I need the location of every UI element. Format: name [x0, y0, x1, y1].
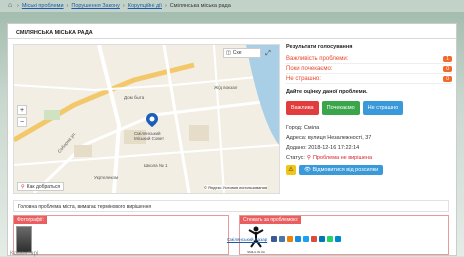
- added-date-field: Додано: 2018-12-16 17:22:14: [286, 145, 360, 151]
- followers-panel-title: Стежать за проблемою:: [240, 216, 302, 224]
- pin-icon: ⚲: [306, 155, 311, 161]
- status-field: Статус: ⚲ Проблема не вирішена: [286, 153, 452, 163]
- city-field: Город: Сміла: [286, 125, 320, 131]
- zoom-out-button[interactable]: −: [17, 117, 27, 127]
- route-label: Как добраться: [26, 183, 61, 190]
- share-bar: Смілянський Базар: [227, 236, 342, 242]
- breadcrumb: ⌂ › Міські проблеми › Порушення Закону ›…: [0, 0, 464, 12]
- facebook-icon[interactable]: [271, 236, 278, 242]
- comments-heading: Коментарі: [10, 251, 39, 257]
- breadcrumb-link-corruption[interactable]: Корупційні дії: [128, 3, 162, 9]
- results-title: Результати голосування: [286, 44, 353, 50]
- mail-ru-icon[interactable]: [295, 236, 302, 242]
- eye-icon: 👁: [304, 167, 311, 173]
- followers-panel: Стежать за проблемою: SMILA.IN.UA: [239, 215, 449, 255]
- result-label: Не страшно:: [286, 75, 321, 82]
- map-label: Укртелеком: [94, 175, 119, 180]
- location-map[interactable]: + − ◫ Схе ⤢ Дом быта Смілянський Міський…: [13, 44, 280, 194]
- map-label: Дом быта: [124, 95, 145, 100]
- vote-question: Дайте оцінку даної проблеми.: [286, 89, 368, 95]
- vote-important-button[interactable]: Важлива: [286, 101, 319, 115]
- warning-icon[interactable]: ⚠: [286, 165, 296, 175]
- share-link[interactable]: Смілянський Базар: [227, 237, 267, 242]
- breadcrumb-separator: ›: [66, 3, 69, 9]
- home-icon[interactable]: ⌂: [8, 2, 14, 9]
- google-plus-icon[interactable]: [311, 236, 318, 242]
- photo-thumbnail[interactable]: [16, 226, 32, 253]
- breadcrumb-separator: ›: [164, 3, 167, 9]
- vote-not-scary-button[interactable]: Не страшно: [362, 101, 404, 115]
- vote-wait-button[interactable]: Почекаємо: [321, 101, 360, 115]
- twitter-icon[interactable]: [303, 236, 310, 242]
- problem-info: Город: Сміла Адреса: вулиця Незалежності…: [286, 123, 452, 163]
- follower-logo-text: SMILA.IN.UA: [247, 250, 265, 254]
- map-marker-icon[interactable]: [146, 113, 158, 127]
- map-layer-label: Схе: [232, 50, 242, 56]
- breadcrumb-link-problems[interactable]: Міські проблеми: [22, 3, 64, 9]
- telegram-icon[interactable]: [335, 236, 342, 242]
- photos-panel: Фотографії:: [13, 215, 229, 255]
- map-label: Ж/д вокзал: [214, 85, 238, 90]
- map-label: Смілянський Міський Совет: [134, 131, 165, 141]
- vk-icon[interactable]: [279, 236, 286, 242]
- breadcrumb-link-law[interactable]: Порушення Закону: [71, 3, 120, 9]
- result-count-badge: 0: [443, 75, 452, 82]
- pin-icon: ⚲: [21, 183, 25, 190]
- odnoklassniki-icon[interactable]: [287, 236, 294, 242]
- title-divider: [8, 38, 456, 39]
- whatsapp-icon[interactable]: [327, 236, 334, 242]
- breadcrumb-current: Смілянська міська рада: [169, 3, 231, 9]
- zoom-in-button[interactable]: +: [17, 105, 27, 115]
- unsubscribe-button[interactable]: 👁 Відмовитися від розсилки: [299, 165, 384, 175]
- status-value: Проблема не вирішена: [312, 155, 373, 161]
- result-label: Поки почекаємо:: [286, 65, 333, 72]
- page-title: СМІЛЯНСЬКА МІСЬКА РАДА: [16, 30, 93, 36]
- photos-panel-title: Фотографії:: [14, 216, 47, 224]
- route-button[interactable]: ⚲ Как добраться: [17, 182, 65, 191]
- layers-icon: ◫: [226, 50, 231, 56]
- linkedin-icon[interactable]: [319, 236, 326, 242]
- result-row: Важливість проблеми: 1: [286, 54, 452, 64]
- map-label: Школа № 1: [144, 163, 168, 168]
- result-label: Важливість проблеми:: [286, 55, 349, 62]
- vote-buttons: Важлива Почекаємо Не страшно: [286, 101, 452, 115]
- breadcrumb-separator: ›: [122, 3, 125, 9]
- result-count-badge: 0: [443, 65, 452, 72]
- vote-results: Результати голосування Важливість пробле…: [286, 44, 452, 175]
- address-field: Адреса: вулиця Незалежності, 37: [286, 135, 372, 141]
- problem-card: СМІЛЯНСЬКА МІСЬКА РАДА + − ◫ Схе ⤢ Дом б…: [7, 23, 457, 256]
- problem-description: Головна проблема міста, вимагає термінов…: [13, 200, 449, 212]
- unsubscribe-label: Відмовитися від розсилки: [312, 167, 379, 173]
- problem-actions: ⚠ 👁 Відмовитися від розсилки: [286, 165, 452, 175]
- status-label: Статус:: [286, 155, 305, 161]
- breadcrumb-separator: ›: [17, 3, 19, 9]
- map-copyright: © Яндекс Условия использования: [204, 185, 268, 190]
- result-row: Не страшно: 0: [286, 74, 452, 84]
- fullscreen-icon[interactable]: ⤢: [263, 49, 273, 59]
- map-layer-selector[interactable]: ◫ Схе: [223, 48, 261, 58]
- result-count-badge: 1: [443, 55, 452, 62]
- result-row: Поки почекаємо: 0: [286, 64, 452, 74]
